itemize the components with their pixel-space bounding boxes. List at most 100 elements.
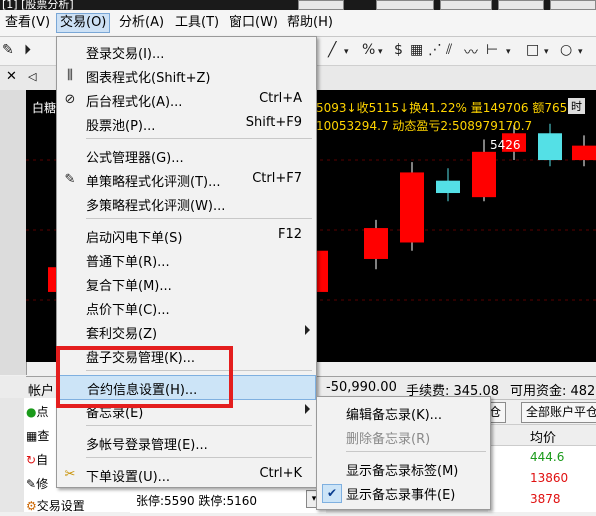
percent-tool[interactable]: % [362, 42, 375, 58]
leaf-icon: ● [26, 405, 37, 419]
chart-bars-icon: ⫼ [67, 68, 73, 83]
submenu-item-show-memo-event[interactable]: ✔ 显示备忘录事件(E) [319, 481, 488, 504]
window-title-strip: [1] [股票分析] [0, 0, 596, 11]
menu-separator [86, 425, 312, 426]
table-row-2-price: 13860 [530, 471, 569, 485]
menu-item-compound-order[interactable]: 复合下单(M)... [59, 272, 314, 295]
memo-submenu: 编辑备忘录(K)... 删除备忘录(R) 显示备忘录标签(M) ✔ 显示备忘录事… [316, 396, 491, 510]
account-item-1[interactable]: ●点 [26, 402, 49, 422]
top-button-3[interactable] [440, 0, 492, 10]
table-row-3-price: 3878 [530, 492, 561, 506]
menu-separator [86, 218, 312, 219]
table-row-1-price: 444.6 [530, 450, 565, 464]
menu-help[interactable]: 帮助(H) [284, 14, 336, 32]
chart-info-line2: 10053294.7 动态盈亏2:508979170.7 [316, 119, 533, 133]
price-limit-box: 张停:5590 跌停:5160 ▾ [130, 485, 326, 513]
table-header: 均价 [488, 424, 596, 446]
submenu-item-delete-memo[interactable]: 删除备忘录(R) [319, 425, 488, 448]
menu-item-flash-order[interactable]: 启动闪电下单(S) F12 [59, 224, 314, 247]
submenu-arrow-icon [305, 325, 310, 335]
refresh-icon: ↻ [26, 453, 37, 467]
line-tool-icon[interactable]: ╱ [328, 42, 336, 58]
menu-item-arbitrage[interactable]: 套利交易(Z) [59, 320, 314, 343]
menu-item-single-strategy[interactable]: ✎ 单策略程式化评测(T)... Ctrl+F7 [59, 168, 314, 191]
ruler-dropdown-icon[interactable]: ▾ [506, 47, 511, 57]
menu-item-stock-pool[interactable]: 股票池(P)... Shift+F9 [59, 112, 314, 135]
menu-separator [86, 457, 312, 458]
menu-item-normal-order[interactable]: 普通下单(R)... [59, 248, 314, 271]
account-label: 帐户 [28, 384, 55, 399]
account-item-4[interactable]: ✎修 [26, 474, 48, 494]
grid-icon: ▦ [26, 429, 38, 443]
left-sidebar [0, 90, 27, 375]
close-all-accounts-button[interactable]: 全部账户平仓 [521, 402, 596, 423]
account-pnl: -50,990.00 [326, 380, 397, 395]
menu-bar: 查看(V) 交易(O) 分析(A) 工具(T) 窗口(W) 帮助(H) [0, 10, 596, 37]
right-table: 9 444.6 13860 3878 [480, 446, 596, 512]
trade-menu-dropdown: 登录交易(I)... ⫼ 图表程式化(Shift+Z) ⊘ 后台程式化(A)..… [56, 36, 317, 488]
candle-body [364, 228, 388, 259]
account-item-3[interactable]: ↻自 [26, 450, 48, 470]
menu-item-background-program[interactable]: ⊘ 后台程式化(A)... Ctrl+A [59, 88, 314, 111]
channel-tool-icon[interactable]: ⫽ [446, 42, 452, 58]
top-button-1[interactable] [298, 0, 344, 10]
check-icon: ✔ [322, 484, 342, 503]
submenu-arrow-icon [305, 404, 310, 414]
menu-item-multi-account[interactable]: 多帐号登录管理(E)... [59, 431, 314, 454]
red-highlight-box [56, 346, 233, 408]
submenu-item-show-memo-label[interactable]: 显示备忘录标签(M) [319, 457, 488, 480]
tools-icon: ✂ [64, 467, 76, 482]
menu-item-click-price-order[interactable]: 点价下单(C)... [59, 296, 314, 319]
line-dropdown-icon[interactable]: ▾ [344, 47, 349, 57]
chart-corner-label: 时 [568, 98, 585, 114]
menu-trade[interactable]: 交易(O) [56, 13, 111, 33]
chart-peak-label: 5426 [490, 138, 521, 152]
candle-body [400, 172, 424, 243]
percent-dropdown-icon[interactable]: ▾ [378, 47, 383, 57]
menu-window[interactable]: 窗口(W) [226, 14, 281, 32]
dollar-tool[interactable]: $ [394, 42, 403, 58]
account-list-scrollbar[interactable] [0, 398, 24, 512]
wave-tool-icon[interactable]: 〰 [464, 42, 478, 62]
top-button-5[interactable] [550, 0, 596, 10]
grid-tool-icon[interactable]: ▦ [410, 42, 423, 58]
candle-body [472, 151, 496, 198]
candle-body [436, 180, 460, 194]
chart-title: 白糖 [32, 101, 57, 115]
account-item-5[interactable]: ⚙交易设置 [26, 496, 85, 516]
menu-separator [86, 138, 312, 139]
rectangle-tool-icon[interactable]: □ [526, 42, 539, 58]
price-limit-text: 张停:5590 跌停:5160 [136, 494, 257, 508]
menu-item-chart-program[interactable]: ⫼ 图表程式化(Shift+Z) [59, 64, 314, 87]
account-item-2[interactable]: ▦查 [26, 426, 49, 446]
top-button-4[interactable] [498, 0, 544, 10]
menu-item-login-trade[interactable]: 登录交易(I)... [59, 40, 314, 63]
candle-body [538, 133, 562, 161]
ruler-tool-icon[interactable]: ⊢ [486, 42, 498, 58]
top-button-2[interactable] [376, 0, 434, 10]
edit-icon[interactable]: ✎ [2, 42, 14, 58]
pencil-icon: ✎ [26, 477, 37, 491]
submenu-item-edit-memo[interactable]: 编辑备忘录(K)... [319, 401, 488, 424]
menu-view[interactable]: 查看(V) [2, 14, 53, 32]
circle-tool-icon[interactable]: ○ [560, 42, 572, 58]
menu-item-formula-manager[interactable]: 公式管理器(G)... [59, 144, 314, 167]
pencil-icon: ✎ [64, 172, 76, 187]
menu-separator [346, 451, 486, 452]
candle-body [572, 145, 596, 161]
circle-dropdown-icon[interactable]: ▾ [578, 47, 583, 57]
settings-icon: ⚙ [26, 499, 37, 513]
account-funds: 可用资金: 482, [510, 384, 596, 399]
account-bar-left [0, 376, 26, 398]
chart-info-line: 5093↓收5115↓换41.22% 量149706 额7659 [316, 101, 575, 115]
menu-item-multi-strategy[interactable]: 多策略程式化评测(W)... [59, 192, 314, 215]
scroll-left-icon[interactable]: ◁ [28, 70, 36, 83]
menu-item-order-settings[interactable]: ✂ 下单设置(U)... Ctrl+K [59, 463, 314, 486]
fan-tool-icon[interactable]: ⋰ [428, 42, 442, 58]
menu-tools[interactable]: 工具(T) [172, 14, 222, 32]
play-icon[interactable]: ⏵ [24, 42, 31, 58]
col-avg-price: 均价 [530, 431, 557, 446]
close-icon[interactable]: ✕ [6, 69, 17, 84]
menu-analysis[interactable]: 分析(A) [116, 14, 167, 32]
rect-dropdown-icon[interactable]: ▾ [544, 47, 549, 57]
